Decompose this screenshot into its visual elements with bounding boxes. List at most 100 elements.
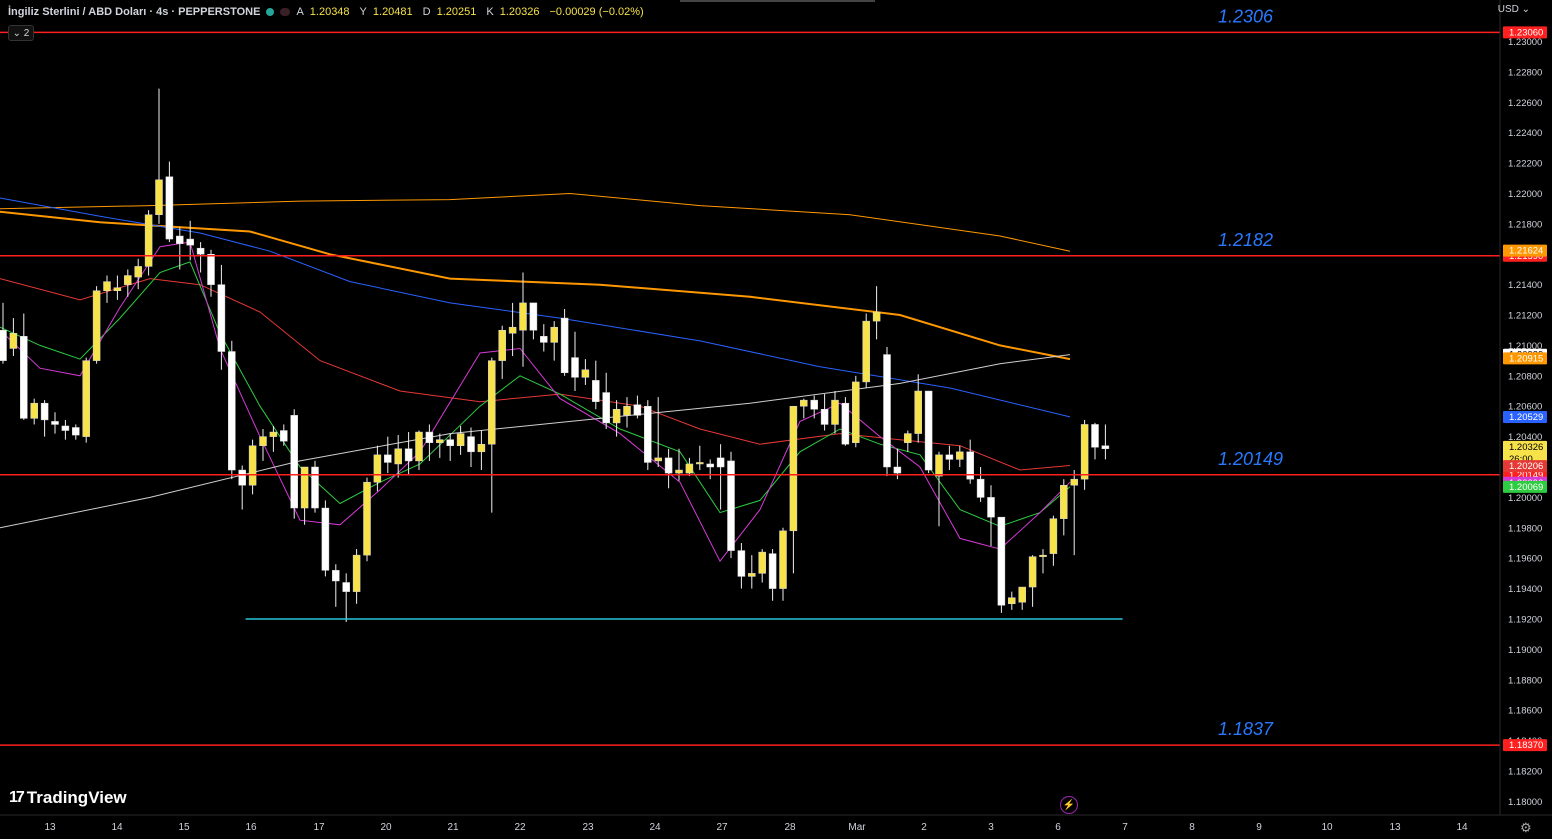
- price-tag-text: 1.18370: [1509, 740, 1543, 751]
- price-tick-label: 1.19600: [1508, 554, 1542, 565]
- price-tick-label: 1.18600: [1508, 706, 1542, 717]
- candle-body: [1060, 484, 1068, 519]
- candle-body: [924, 390, 933, 471]
- price-tag-text: 1.21624: [1509, 246, 1543, 257]
- time-tick-label: 13: [1389, 822, 1401, 833]
- candle-body: [716, 457, 725, 468]
- price-tick-label: 1.18000: [1508, 797, 1542, 808]
- candle-body: [1070, 478, 1078, 486]
- indicators-toggle-button[interactable]: ⌄ 2: [8, 25, 34, 41]
- candle-body: [623, 405, 631, 416]
- candle-body: [404, 448, 413, 462]
- market-status-icon[interactable]: [266, 8, 275, 16]
- candle-body: [51, 421, 59, 425]
- price-tag-text: 1.20206: [1509, 461, 1543, 472]
- candle-body: [467, 436, 475, 453]
- candle-body: [363, 481, 371, 556]
- price-tick-label: 1.22000: [1508, 189, 1542, 200]
- candle-body: [342, 582, 350, 592]
- time-tick-label: Mar: [848, 822, 866, 833]
- candle-body: [477, 443, 486, 453]
- price-tag-text: 1.20069: [1509, 482, 1543, 493]
- candle-body: [332, 570, 340, 582]
- candle-body: [155, 179, 163, 215]
- time-tick-label: 15: [178, 822, 190, 833]
- price-tick-label: 1.20800: [1508, 371, 1542, 382]
- symbol-title[interactable]: İngiliz Sterlini / ABD Doları · 4s · PEP…: [8, 6, 260, 18]
- price-tick-label: 1.22400: [1508, 128, 1542, 139]
- level-annotation: 1.20149: [1218, 449, 1283, 469]
- candle-body: [124, 275, 132, 285]
- price-tag-text: 1.20529: [1509, 412, 1543, 423]
- candle-body: [1091, 424, 1099, 448]
- candle-body: [758, 551, 766, 574]
- candle-body: [280, 430, 288, 442]
- candle-body: [529, 302, 538, 331]
- candle-body: [976, 478, 985, 498]
- candle-body: [914, 390, 922, 434]
- candle-body: [696, 462, 704, 465]
- ohlc-open-value: 1.20348: [309, 6, 350, 18]
- price-tick-label: 1.21800: [1508, 219, 1542, 230]
- candle-body: [259, 436, 267, 446]
- candle-body: [436, 439, 444, 443]
- candle-body: [40, 402, 49, 421]
- candle-body: [519, 302, 527, 331]
- data-status-icon[interactable]: [280, 8, 291, 16]
- time-tick-label: 10: [1321, 822, 1333, 833]
- candle-body: [82, 360, 90, 437]
- candle-body: [269, 431, 278, 437]
- candle-body: [831, 399, 839, 425]
- candle-body: [893, 466, 902, 474]
- candle-body: [217, 284, 226, 352]
- price-tick-label: 1.19400: [1508, 584, 1542, 595]
- price-tick-label: 1.22800: [1508, 67, 1542, 78]
- price-tag-text: 1.20915: [1509, 353, 1543, 364]
- price-tick-label: 1.21200: [1508, 311, 1542, 322]
- candle-body: [862, 320, 870, 383]
- candle-body: [1018, 586, 1026, 603]
- time-tick-label: 28: [784, 822, 796, 833]
- candle-body: [92, 290, 101, 361]
- level-annotation: 1.1837: [1218, 719, 1274, 739]
- time-tick-label: 9: [1256, 822, 1262, 833]
- time-tick-label: 22: [514, 822, 526, 833]
- settings-gear-icon[interactable]: ⚙: [1520, 820, 1532, 836]
- price-tick-label: 1.23000: [1508, 37, 1542, 48]
- candle-body: [488, 360, 496, 445]
- candle-body: [581, 369, 590, 378]
- candle-body: [987, 497, 995, 518]
- candle-body: [644, 405, 652, 463]
- price-chart[interactable]: 1.2306 1.2182 1.20149 1.1837 1.23000 1.22800…: [0, 0, 1552, 839]
- candle-body: [1049, 518, 1058, 554]
- time-tick-label: 27: [716, 822, 728, 833]
- candle-body: [810, 399, 818, 410]
- time-tick-label: 8: [1189, 822, 1195, 833]
- candle-body: [748, 573, 756, 577]
- lightning-icon[interactable]: ⚡: [1060, 796, 1078, 814]
- tradingview-logo[interactable]: 17 TradingView: [9, 788, 127, 808]
- candle-body: [768, 553, 777, 589]
- candle-body: [841, 402, 850, 445]
- candle-body: [248, 445, 257, 486]
- candle-body: [373, 454, 382, 483]
- candle-body: [935, 454, 943, 477]
- candle-body: [685, 463, 694, 474]
- candle-body: [852, 381, 860, 443]
- currency-select[interactable]: USD ⌄: [1498, 4, 1530, 15]
- candle-body: [883, 354, 891, 468]
- time-tick-label: 14: [111, 822, 123, 833]
- candle-body: [186, 238, 194, 246]
- ohlc-close-label: K: [486, 6, 494, 18]
- time-tick-label: 17: [313, 822, 325, 833]
- candle-body: [446, 439, 454, 446]
- ohlc-low-label: D: [422, 6, 431, 18]
- candle-body: [144, 214, 153, 267]
- candle-body: [228, 351, 236, 471]
- candle-body: [165, 176, 174, 240]
- time-tick-label: 2: [921, 822, 927, 833]
- candle-body: [737, 550, 746, 577]
- time-tick-label: 7: [1122, 822, 1128, 833]
- time-tick-label: 20: [380, 822, 392, 833]
- time-tick-label: 21: [447, 822, 459, 833]
